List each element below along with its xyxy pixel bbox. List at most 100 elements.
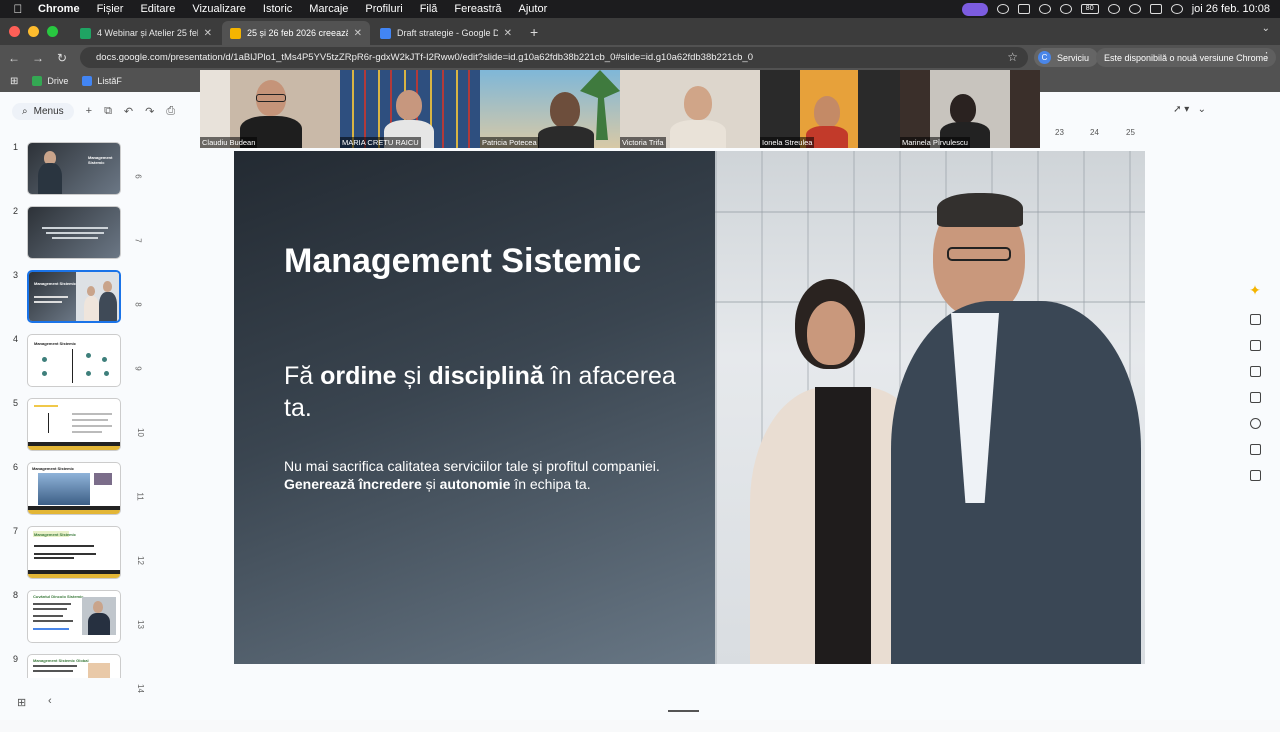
- close-tab-icon[interactable]: ✕: [504, 28, 512, 39]
- slide-number: 7: [13, 526, 19, 536]
- participant-tile[interactable]: MARIA CRETU RAICU: [340, 70, 480, 148]
- tab-slides-active[interactable]: 25 și 26 feb 2026 creează aut ✕: [222, 21, 370, 45]
- chrome-menu-icon[interactable]: ⋮: [1261, 50, 1272, 63]
- slide-thumbnail[interactable]: 9 Management Sistemic Global: [0, 654, 128, 678]
- participant-name: Marinela Pîrvulescu: [900, 137, 970, 148]
- menu-app-chrome[interactable]: Chrome: [38, 3, 80, 15]
- wifi-icon[interactable]: [1107, 4, 1120, 14]
- export-icon[interactable]: [1249, 470, 1261, 481]
- participant-tile[interactable]: Marinela Pîrvulescu: [900, 70, 1040, 148]
- keep-icon[interactable]: [1249, 340, 1261, 351]
- collapse-filmstrip-icon[interactable]: ‹: [48, 695, 52, 707]
- reload-button[interactable]: ↻: [50, 51, 74, 65]
- ruler-tick: 12: [135, 556, 145, 565]
- siri-icon[interactable]: [1170, 4, 1183, 14]
- print-icon[interactable]: ⎙: [166, 105, 175, 118]
- slide-body[interactable]: Nu mai sacrifica calitatea serviciilor t…: [284, 457, 664, 493]
- menu-bookmarks[interactable]: Marcaje: [309, 3, 348, 15]
- slide-filmstrip[interactable]: 1 Management Sistemic 2 3 Management Sis…: [0, 138, 128, 678]
- bookmark-label: Drive: [47, 76, 69, 86]
- participant-tile[interactable]: Patricia Potecea: [480, 70, 620, 148]
- control-center-icon[interactable]: [1149, 4, 1162, 14]
- slide-thumbnail[interactable]: 1 Management Sistemic: [0, 142, 128, 198]
- slide-preview: Cuvântul Dincolo Sistemic: [27, 590, 121, 643]
- update-chrome-button[interactable]: Este disponibilă o nouă versiune Chrome: [1096, 48, 1277, 67]
- tab-search-chevron-icon[interactable]: ⌄: [1262, 23, 1270, 34]
- zoom-window-button[interactable]: [47, 26, 58, 37]
- close-tab-icon[interactable]: ✕: [354, 28, 362, 39]
- slide-canvas[interactable]: Management Sistemic Fă ordine și discipl…: [234, 151, 1145, 664]
- calendar-icon[interactable]: [1249, 314, 1261, 325]
- record-icon[interactable]: [1249, 418, 1261, 429]
- slide-preview: Management Sistemic: [27, 142, 121, 195]
- new-slide-layout-icon[interactable]: ⧉: [104, 105, 112, 118]
- forward-button[interactable]: →: [26, 51, 50, 65]
- menu-help[interactable]: Ajutor: [519, 3, 548, 15]
- slides-app: ⌕ Menus + ⧉ ↶ ↷ ⎙ ➚ ▾ ⌄ 23 24 25 6 7 8 9…: [0, 92, 1280, 720]
- new-tab-button[interactable]: +: [530, 24, 538, 40]
- slide-thumbnail[interactable]: 7 Management Sistemic: [0, 526, 128, 582]
- slide-thumbnail[interactable]: 4 Management Sistemic: [0, 334, 128, 390]
- redo-icon[interactable]: ↷: [145, 105, 154, 118]
- slide-title[interactable]: Management Sistemic: [284, 242, 641, 281]
- bookmark-star-icon[interactable]: ☆: [1007, 50, 1018, 64]
- menu-window[interactable]: Fereastră: [454, 3, 501, 15]
- slide-thumbnail[interactable]: 8 Cuvântul Dincolo Sistemic: [0, 590, 128, 646]
- notes-drag-handle[interactable]: [668, 710, 699, 712]
- menu-profiles[interactable]: Profiluri: [365, 3, 402, 15]
- body-text: în echipa ta.: [510, 476, 591, 492]
- new-slide-icon[interactable]: +: [86, 105, 92, 117]
- menu-history[interactable]: Istoric: [263, 3, 292, 15]
- battery-icon[interactable]: 80: [1080, 4, 1099, 14]
- slide-thumbnail[interactable]: 6 Management Sistemic: [0, 462, 128, 518]
- video-icon[interactable]: [1249, 444, 1261, 455]
- ruler-tick: 8: [133, 302, 143, 307]
- slide-thumbnail-selected[interactable]: 3 Management Sistemic: [0, 270, 128, 326]
- menu-view[interactable]: Vizualizare: [192, 3, 246, 15]
- menu-tab[interactable]: Filă: [420, 3, 438, 15]
- gemini-icon[interactable]: ✦: [1249, 282, 1261, 299]
- slide-preview: Management Sistemic: [27, 334, 121, 387]
- screen-share-icon[interactable]: [961, 2, 988, 16]
- slide-thumbnail[interactable]: 5: [0, 398, 128, 454]
- slide-thumbnail[interactable]: 2: [0, 206, 128, 262]
- close-window-button[interactable]: [9, 26, 20, 37]
- participant-tile[interactable]: Ionela Streulea: [760, 70, 900, 148]
- address-bar[interactable]: docs.google.com/presentation/d/1aBlJPlo1…: [80, 47, 1028, 68]
- profile-button[interactable]: C Serviciu: [1034, 48, 1099, 67]
- select-tool-icon[interactable]: ➚ ▾ ⌄: [1173, 104, 1206, 115]
- close-tab-icon[interactable]: ✕: [204, 28, 212, 39]
- drive-sync-icon[interactable]: [1017, 4, 1030, 14]
- slides-favicon-icon: [230, 27, 241, 39]
- slide-thumb-title: Cuvântul Dincolo Sistemic: [33, 594, 84, 599]
- apple-icon[interactable]: : [10, 2, 26, 16]
- bookmark-listaf[interactable]: ListăF: [82, 76, 122, 86]
- clock[interactable]: joi 26 feb. 10:08: [1192, 3, 1270, 15]
- bookmark-drive[interactable]: Drive: [32, 76, 68, 86]
- grid-view-icon[interactable]: ⊞: [17, 696, 26, 709]
- play-icon[interactable]: [1038, 4, 1051, 14]
- undo-icon[interactable]: ↶: [124, 105, 133, 118]
- focus-moon-icon[interactable]: [1059, 4, 1072, 14]
- subtitle-bold: disciplină: [428, 362, 544, 390]
- ruler-tick: 10: [135, 428, 145, 437]
- slide-number: 2: [13, 206, 19, 216]
- url-text: docs.google.com/presentation/d/1aBlJPlo1…: [96, 52, 753, 63]
- spotlight-search-icon[interactable]: [1128, 4, 1141, 14]
- menu-file[interactable]: Fișier: [97, 3, 124, 15]
- minimize-window-button[interactable]: [28, 26, 39, 37]
- participant-tile[interactable]: Victoria Trifa: [620, 70, 760, 148]
- slide-subtitle[interactable]: Fă ordine și disciplină în afacerea ta.: [284, 360, 684, 424]
- back-button[interactable]: ←: [2, 51, 26, 65]
- search-icon: ⌕: [22, 105, 28, 117]
- folder-icon[interactable]: [1249, 392, 1261, 403]
- menus-button[interactable]: ⌕ Menus: [12, 102, 74, 120]
- tab-docs[interactable]: Draft strategie - Google Docs ✕: [372, 21, 520, 45]
- status-app-icon[interactable]: [996, 4, 1009, 14]
- menu-edit[interactable]: Editare: [140, 3, 175, 15]
- apps-grid-icon[interactable]: ⊞: [10, 76, 18, 87]
- tasks-icon[interactable]: [1249, 366, 1261, 377]
- slide-photo[interactable]: [715, 151, 1145, 664]
- tab-webinar[interactable]: 4 Webinar și Atelier 25 feb și 2 ✕: [72, 21, 220, 45]
- participant-tile[interactable]: Claudiu Budean: [200, 70, 340, 148]
